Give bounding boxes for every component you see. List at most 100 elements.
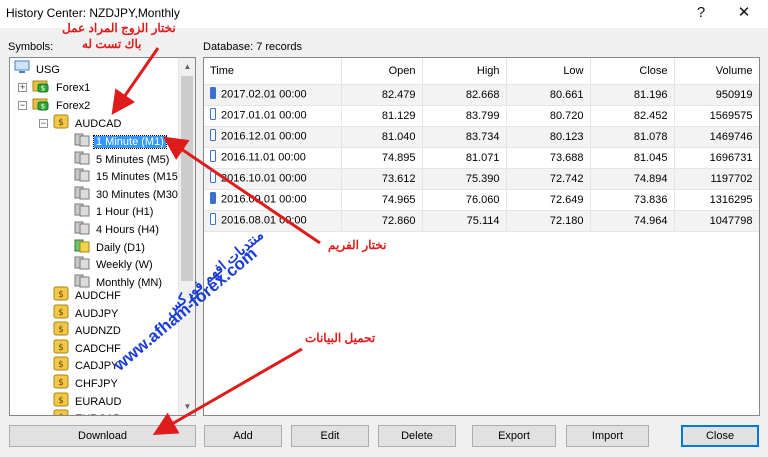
cell-low: 80.661 [506, 84, 591, 106]
column-header-volume[interactable]: Volume [674, 58, 759, 85]
record-icon [210, 150, 216, 165]
tree-symbol[interactable]: $ CADCHF [53, 339, 123, 356]
svg-text:$: $ [58, 325, 64, 335]
window-close-button[interactable]: ✕ [733, 3, 755, 23]
annotation-choose-frame: نختار الفريم [328, 238, 387, 252]
table-row[interactable]: 2017.02.01 00:00 82.479 82.668 80.661 81.196… [204, 84, 759, 106]
forex2-label: Forex2 [56, 100, 91, 112]
cell-high: 82.668 [422, 84, 507, 106]
timeframe-label: 15 Minutes (M15) [96, 171, 182, 184]
window-title: History Center: NZDJPY,Monthly [6, 6, 180, 20]
tree-root[interactable]: USG [14, 60, 62, 77]
symbols-label: Symbols: [8, 41, 54, 53]
table-row[interactable]: 2016.10.01 00:00 73.612 75.390 72.742 74.894… [204, 168, 759, 190]
table-row[interactable]: 2016.09.01 00:00 74.965 76.060 72.649 73.836… [204, 189, 759, 211]
coin-icon: $ [53, 114, 69, 135]
cell-volume: 1316295 [674, 189, 759, 211]
tree-scrollbar[interactable]: ▲ ▼ [178, 58, 195, 415]
cell-high: 83.734 [422, 126, 507, 148]
tree-symbol[interactable]: $ AUDCHF [53, 286, 123, 303]
tree-timeframe[interactable]: Weekly (W) [74, 255, 155, 272]
download-button[interactable]: Download [9, 425, 196, 447]
cell-volume: 1469746 [674, 126, 759, 148]
tree-timeframe[interactable]: 4 Hours (H4) [74, 220, 161, 237]
tree-timeframe[interactable]: 1 Hour (H1) [74, 202, 155, 219]
records-grid[interactable]: Time Open High Low Close Volume 2017.02.… [203, 57, 760, 416]
cell-time: 2016.09.01 00:00 [204, 189, 342, 211]
import-button[interactable]: Import [566, 425, 649, 447]
tree-symbol[interactable]: $ EURCAD [53, 409, 123, 415]
column-header-high[interactable]: High [422, 58, 507, 85]
table-row[interactable]: 2017.01.01 00:00 81.129 83.799 80.720 82.452… [204, 105, 759, 127]
table-header: Time Open High Low Close Volume [204, 58, 759, 85]
symbol-label: AUDJPY [75, 307, 119, 320]
svg-text:$: $ [41, 103, 45, 111]
cell-low: 72.180 [506, 210, 591, 232]
tree-timeframe[interactable]: Daily (D1) [74, 238, 147, 255]
cell-low: 72.742 [506, 168, 591, 190]
record-icon [210, 108, 216, 123]
svg-text:$: $ [58, 396, 64, 406]
tree-timeframe[interactable]: 5 Minutes (M5) [74, 150, 171, 167]
symbol-label: EURAUD [75, 395, 122, 408]
cell-low: 80.720 [506, 105, 591, 127]
tree-symbol[interactable]: $ CHFJPY [53, 374, 120, 391]
tree-group-forex1[interactable]: $ Forex1 [32, 78, 92, 95]
tree-group-forex2[interactable]: $ Forex2 [32, 96, 92, 113]
symbol-label: CHFJPY [75, 378, 118, 390]
symbols-tree[interactable]: USG + $ Forex1 − $ Forex2 − $ AUDCAD 1 M… [9, 57, 196, 416]
timeframe-label: Daily (D1) [96, 241, 145, 254]
delete-button[interactable]: Delete [378, 425, 456, 447]
time-value: 2016.09.01 00:00 [221, 193, 307, 206]
tree-root-label: USG [36, 63, 60, 76]
add-button[interactable]: Add [204, 425, 282, 447]
forex1-label: Forex1 [56, 82, 91, 94]
close-button[interactable]: Close [681, 425, 759, 447]
export-button[interactable]: Export [472, 425, 556, 447]
collapse-forex2-button[interactable]: − [18, 101, 27, 110]
cell-volume: 950919 [674, 84, 759, 106]
scroll-thumb[interactable] [181, 76, 193, 281]
record-icon [210, 129, 216, 144]
time-value: 2016.08.01 00:00 [221, 214, 307, 227]
cell-low: 72.649 [506, 189, 591, 211]
timeframe-label: 30 Minutes (M30) [96, 188, 182, 201]
table-row[interactable]: 2016.11.01 00:00 74.895 81.071 73.688 81.045… [204, 147, 759, 169]
records-table: Time Open High Low Close Volume 2017.02.… [204, 58, 759, 232]
edit-button[interactable]: Edit [291, 425, 369, 447]
time-value: 2016.11.01 00:00 [221, 151, 306, 164]
symbol-label: EURCAD [73, 413, 123, 415]
cell-volume: 1047798 [674, 210, 759, 232]
folder-icon: $ [32, 96, 50, 117]
column-header-close[interactable]: Close [590, 58, 675, 85]
tree-timeframe[interactable]: 30 Minutes (M30) [74, 185, 184, 202]
svg-text:$: $ [58, 118, 64, 128]
cell-low: 73.688 [506, 147, 591, 169]
time-value: 2016.12.01 00:00 [221, 130, 307, 143]
help-button[interactable]: ? [690, 3, 712, 23]
column-header-low[interactable]: Low [506, 58, 591, 85]
scroll-up-icon[interactable]: ▲ [179, 58, 195, 75]
tree-timeframe[interactable]: 15 Minutes (M15) [74, 167, 184, 184]
table-row[interactable]: 2016.12.01 00:00 81.040 83.734 80.123 81.078… [204, 126, 759, 148]
table-row[interactable]: 2016.08.01 00:00 72.860 75.114 72.180 74.964… [204, 210, 759, 232]
tree-symbol[interactable]: $ AUDJPY [53, 304, 120, 321]
tree-symbol[interactable]: $ EURAUD [53, 392, 123, 409]
annotation-load-data: تحميل البيانات [305, 331, 376, 345]
column-header-open[interactable]: Open [341, 58, 423, 85]
cell-volume: 1569575 [674, 105, 759, 127]
scroll-down-icon[interactable]: ▼ [179, 398, 195, 415]
cell-close: 82.452 [590, 105, 675, 127]
collapse-audcad-button[interactable]: − [39, 119, 48, 128]
tree-symbol[interactable]: $ AUDNZD [53, 321, 123, 338]
tree-symbol-audcad[interactable]: $ AUDCAD [53, 114, 123, 131]
cell-open: 81.040 [341, 126, 423, 148]
annotation-choose-pair-2: باك تست له [82, 37, 142, 51]
tree-timeframe[interactable]: 1 Minute (M1) [74, 132, 167, 149]
cell-high: 83.799 [422, 105, 507, 127]
svg-text:$: $ [58, 308, 64, 318]
cell-time: 2016.10.01 00:00 [204, 168, 342, 190]
expand-forex1-button[interactable]: + [18, 83, 27, 92]
column-header-time[interactable]: Time [204, 58, 342, 85]
record-icon [210, 171, 216, 186]
